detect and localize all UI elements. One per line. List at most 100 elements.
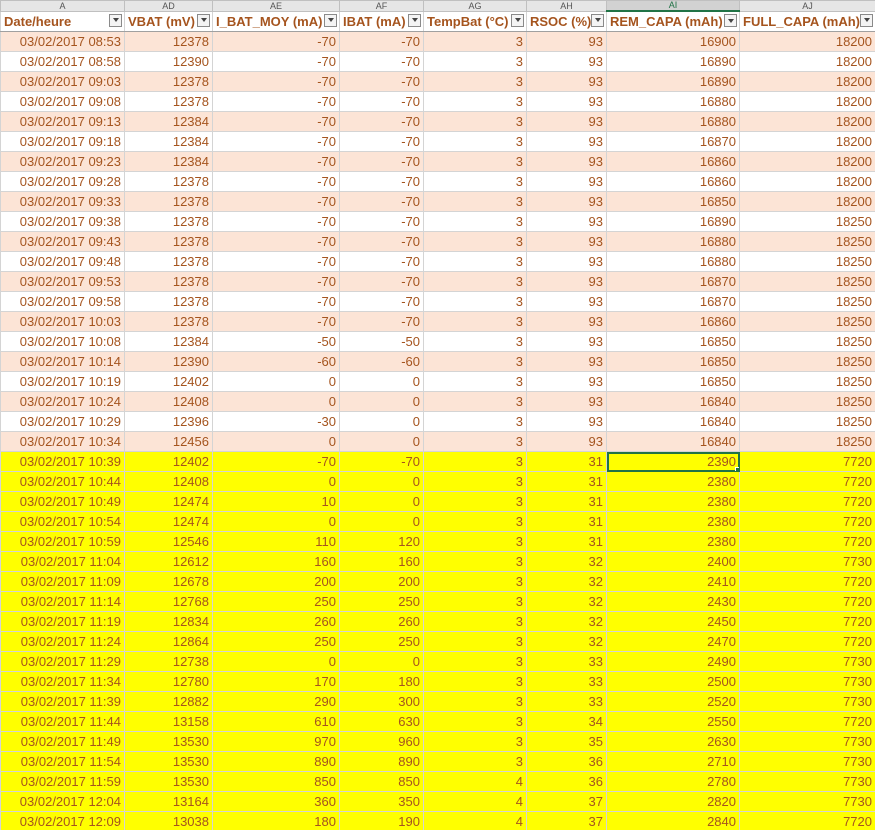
table-cell[interactable]: 7720 xyxy=(739,591,875,612)
table-cell[interactable]: 160 xyxy=(339,551,424,572)
table-cell[interactable]: 0 xyxy=(212,651,340,672)
table-cell[interactable]: 03/02/2017 10:54 xyxy=(0,511,125,532)
table-cell[interactable]: 31 xyxy=(526,491,607,512)
table-cell[interactable]: 18250 xyxy=(739,391,875,412)
table-cell[interactable]: 03/02/2017 10:08 xyxy=(0,331,125,352)
table-cell[interactable]: 3 xyxy=(423,431,527,452)
table-cell[interactable]: 93 xyxy=(526,291,607,312)
table-cell[interactable]: 2380 xyxy=(606,491,740,512)
table-cell[interactable]: 12384 xyxy=(124,331,213,352)
table-cell[interactable]: 4 xyxy=(423,771,527,792)
table-cell[interactable]: 93 xyxy=(526,431,607,452)
table-cell[interactable]: 37 xyxy=(526,811,607,830)
table-cell[interactable]: 03/02/2017 09:18 xyxy=(0,131,125,152)
table-cell[interactable]: -70 xyxy=(339,231,424,252)
table-cell[interactable]: 36 xyxy=(526,751,607,772)
table-cell[interactable]: 03/02/2017 10:24 xyxy=(0,391,125,412)
table-cell[interactable]: 93 xyxy=(526,71,607,92)
table-cell[interactable]: 3 xyxy=(423,451,527,472)
table-cell[interactable]: -70 xyxy=(212,251,340,272)
filter-dropdown-icon[interactable] xyxy=(511,13,524,27)
table-cell[interactable]: 18250 xyxy=(739,231,875,252)
table-cell[interactable]: -70 xyxy=(339,171,424,192)
table-cell[interactable]: -70 xyxy=(212,211,340,232)
table-cell[interactable]: 12780 xyxy=(124,671,213,692)
table-cell[interactable]: -70 xyxy=(339,51,424,72)
table-cell[interactable]: 3 xyxy=(423,231,527,252)
column-letter-4[interactable]: AG xyxy=(423,0,527,12)
table-cell[interactable]: 0 xyxy=(339,371,424,392)
table-cell[interactable]: 16850 xyxy=(606,351,740,372)
table-cell[interactable]: 850 xyxy=(212,771,340,792)
table-cell[interactable]: -70 xyxy=(212,191,340,212)
table-cell[interactable]: 03/02/2017 11:44 xyxy=(0,711,125,732)
table-cell[interactable]: 3 xyxy=(423,291,527,312)
filter-dropdown-icon[interactable] xyxy=(591,13,604,27)
table-cell[interactable]: 7720 xyxy=(739,531,875,552)
table-cell[interactable]: 2490 xyxy=(606,651,740,672)
table-cell[interactable]: 2380 xyxy=(606,471,740,492)
table-cell[interactable]: 03/02/2017 11:34 xyxy=(0,671,125,692)
table-cell[interactable]: 03/02/2017 11:54 xyxy=(0,751,125,772)
table-cell[interactable]: 32 xyxy=(526,631,607,652)
table-cell[interactable]: 120 xyxy=(339,531,424,552)
table-cell[interactable]: -70 xyxy=(339,311,424,332)
table-cell[interactable]: 7730 xyxy=(739,751,875,772)
table-cell[interactable]: 18200 xyxy=(739,151,875,172)
table-cell[interactable]: 18250 xyxy=(739,311,875,332)
table-cell[interactable]: 03/02/2017 10:49 xyxy=(0,491,125,512)
table-cell[interactable]: 3 xyxy=(423,651,527,672)
table-cell[interactable]: 16880 xyxy=(606,231,740,252)
column-letter-6[interactable]: AI xyxy=(606,0,740,12)
table-cell[interactable]: -70 xyxy=(339,151,424,172)
table-cell[interactable]: 12612 xyxy=(124,551,213,572)
table-cell[interactable]: 3 xyxy=(423,351,527,372)
table-cell[interactable]: 12768 xyxy=(124,591,213,612)
table-cell[interactable]: 12882 xyxy=(124,691,213,712)
table-cell[interactable]: -70 xyxy=(339,251,424,272)
table-cell[interactable]: 3 xyxy=(423,511,527,532)
table-cell[interactable]: 93 xyxy=(526,131,607,152)
table-cell[interactable]: 250 xyxy=(339,631,424,652)
table-cell[interactable]: 12378 xyxy=(124,191,213,212)
table-cell[interactable]: 16840 xyxy=(606,411,740,432)
table-cell[interactable]: 2840 xyxy=(606,811,740,830)
table-cell[interactable]: 0 xyxy=(339,491,424,512)
table-cell[interactable]: 180 xyxy=(212,811,340,830)
table-cell[interactable]: 4 xyxy=(423,791,527,812)
table-cell[interactable]: 16880 xyxy=(606,91,740,112)
table-cell[interactable]: 13530 xyxy=(124,771,213,792)
table-cell[interactable]: 3 xyxy=(423,471,527,492)
table-cell[interactable]: 12390 xyxy=(124,51,213,72)
table-cell[interactable]: 7720 xyxy=(739,491,875,512)
table-cell[interactable]: 12402 xyxy=(124,371,213,392)
table-cell[interactable]: 3 xyxy=(423,411,527,432)
table-cell[interactable]: 03/02/2017 12:09 xyxy=(0,811,125,830)
table-cell[interactable]: 12384 xyxy=(124,131,213,152)
table-cell[interactable]: 03/02/2017 09:03 xyxy=(0,71,125,92)
table-cell[interactable]: 0 xyxy=(212,511,340,532)
table-cell[interactable]: 03/02/2017 10:39 xyxy=(0,451,125,472)
table-cell[interactable]: 03/02/2017 09:58 xyxy=(0,291,125,312)
table-cell[interactable]: 03/02/2017 11:09 xyxy=(0,571,125,592)
table-cell[interactable]: 33 xyxy=(526,671,607,692)
table-cell[interactable]: 3 xyxy=(423,731,527,752)
table-cell[interactable]: 110 xyxy=(212,531,340,552)
table-cell[interactable]: 16850 xyxy=(606,371,740,392)
table-cell[interactable]: 03/02/2017 09:48 xyxy=(0,251,125,272)
table-cell[interactable]: 16900 xyxy=(606,31,740,52)
table-cell[interactable]: 12378 xyxy=(124,231,213,252)
table-cell[interactable]: 7720 xyxy=(739,451,875,472)
table-cell[interactable]: 03/02/2017 11:24 xyxy=(0,631,125,652)
column-letter-7[interactable]: AJ xyxy=(739,0,875,12)
table-cell[interactable]: 3 xyxy=(423,391,527,412)
table-cell[interactable]: 93 xyxy=(526,231,607,252)
table-cell[interactable]: 31 xyxy=(526,471,607,492)
table-cell[interactable]: 12378 xyxy=(124,291,213,312)
table-cell[interactable]: 18200 xyxy=(739,111,875,132)
table-cell[interactable]: 3 xyxy=(423,191,527,212)
table-cell[interactable]: 18250 xyxy=(739,291,875,312)
table-cell[interactable]: 03/02/2017 11:14 xyxy=(0,591,125,612)
table-cell[interactable]: 03/02/2017 09:38 xyxy=(0,211,125,232)
table-cell[interactable]: -70 xyxy=(339,191,424,212)
